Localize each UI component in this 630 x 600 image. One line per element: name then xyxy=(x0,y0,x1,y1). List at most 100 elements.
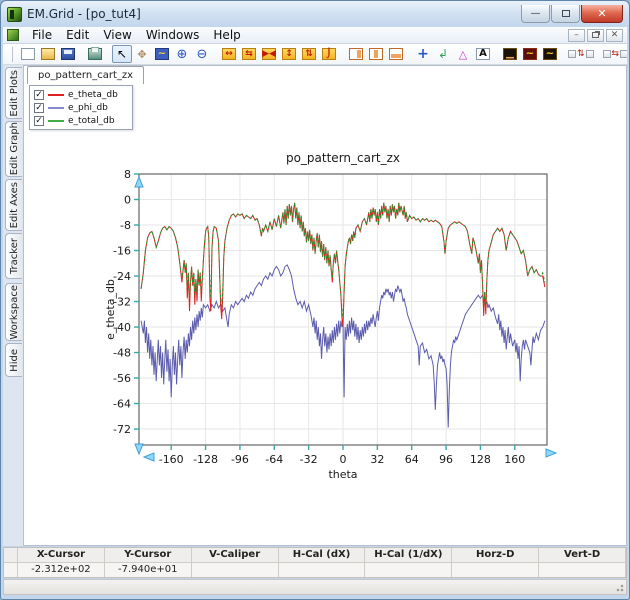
pointer-arrow-icon: ↖ xyxy=(117,48,127,60)
close-button[interactable]: ✕ xyxy=(581,5,623,23)
copy-plot-button[interactable]: ▁ xyxy=(500,45,520,63)
link-y-checkbox-left-icon xyxy=(568,50,576,58)
zoom-in-button[interactable]: ⊕ xyxy=(172,45,192,63)
status-col-horz-d: Horz-D xyxy=(452,548,539,563)
x-tick-label: -64 xyxy=(265,453,283,466)
status-col-y-cursor: Y-Cursor xyxy=(105,548,192,563)
legend-label: e_phi_db xyxy=(68,103,108,113)
status-value-h-cal-1dx xyxy=(365,563,452,578)
x-tick-label: 160 xyxy=(504,453,525,466)
mdi-document-icon[interactable] xyxy=(7,29,19,41)
plot-style-black-button[interactable]: ~ xyxy=(540,45,560,63)
autoscale-button[interactable]: ~ xyxy=(152,45,172,63)
legend-checkbox-e-phi[interactable]: ✓ xyxy=(34,103,44,113)
status-value-v-caliper xyxy=(192,563,279,578)
x-tick-label: -96 xyxy=(231,453,249,466)
status-col-h-cal-1dx: H-Cal (1/dX) xyxy=(365,548,452,563)
split-middle-icon xyxy=(369,48,383,60)
app-window: EM.Grid - [po_tut4] — ✕ File Edit View W… xyxy=(0,0,630,600)
status-stub xyxy=(4,563,18,578)
save-button[interactable] xyxy=(58,45,78,63)
shrink-y-button[interactable]: ⇅ xyxy=(299,45,319,63)
sidebar-tab-hide[interactable]: Hide xyxy=(5,343,22,377)
sidebar-tab-workspace[interactable]: Workspace xyxy=(5,283,22,341)
tracker-axes-icon: ↲ xyxy=(438,48,448,60)
expand-x-icon: ↔ xyxy=(222,48,236,60)
plot-canvas: po_pattern_cart_zx ✓ e_theta_db ✓ e_phi_… xyxy=(23,65,627,546)
pointer-tool-button[interactable]: ↖ xyxy=(112,45,132,63)
restore-button[interactable] xyxy=(551,5,580,23)
legend-swatch-e-theta xyxy=(48,94,64,96)
y-tick-label: -8 xyxy=(120,219,131,232)
toolbar: ↖ ✥ ~ ⊕ ⊖ ↔ ⇆ ▶◀ ↕ ⇅ ⌡ + ↲ △ A ▁ ~ ~ ⇅ ⇆… xyxy=(3,44,627,65)
restore-icon xyxy=(562,10,570,17)
axis-arrow-up-icon[interactable] xyxy=(135,177,143,187)
legend-label: e_total_db xyxy=(68,116,115,126)
minimize-button[interactable]: — xyxy=(521,5,550,23)
menu-help[interactable]: Help xyxy=(206,27,247,43)
print-button[interactable] xyxy=(85,45,105,63)
status-value-horz-d xyxy=(452,563,539,578)
legend: ✓ e_theta_db ✓ e_phi_db ✓ e_total_db xyxy=(29,85,133,130)
axis-arrow-down-icon[interactable] xyxy=(135,444,143,454)
status-col-v-caliper: V-Caliper xyxy=(192,548,279,563)
fit-y-button[interactable]: ⌡ xyxy=(319,45,339,63)
cursor-status-bar: X-Cursor Y-Cursor V-Caliper H-Cal (dX) H… xyxy=(3,547,627,578)
crosshair-button[interactable]: + xyxy=(413,45,433,63)
link-x-axes-button[interactable]: ⇆ xyxy=(602,49,627,59)
mdi-minimize-button[interactable]: – xyxy=(568,29,585,42)
status-col-x-cursor: X-Cursor xyxy=(18,548,105,563)
mdi-restore-icon xyxy=(592,32,599,38)
x-axis-label: theta xyxy=(328,468,357,481)
tracker-button[interactable]: ↲ xyxy=(433,45,453,63)
toolbar-grip[interactable] xyxy=(11,47,13,62)
link-y-checkbox-right-icon xyxy=(586,50,594,58)
link-y-axes-button[interactable]: ⇅ xyxy=(567,49,595,59)
open-file-button[interactable] xyxy=(38,45,58,63)
split-bottom-icon xyxy=(389,48,403,60)
chart[interactable]: 80-8-16-24-32-40-48-56-64-72-160-128-96-… xyxy=(102,146,594,496)
fit-x-button[interactable]: ▶◀ xyxy=(259,45,279,63)
legend-item: ✓ e_theta_db xyxy=(34,88,128,101)
pan-tool-button[interactable]: ✥ xyxy=(132,45,152,63)
fit-x-icon: ▶◀ xyxy=(262,48,276,60)
legend-checkbox-e-total[interactable]: ✓ xyxy=(34,116,44,126)
document-tab[interactable]: po_pattern_cart_zx xyxy=(27,66,144,84)
menu-edit[interactable]: Edit xyxy=(59,27,96,43)
x-tick-label: 128 xyxy=(470,453,491,466)
crosshair-icon: + xyxy=(417,47,429,61)
y-tick-label: 8 xyxy=(124,168,131,181)
menu-view[interactable]: View xyxy=(96,27,138,43)
menu-windows[interactable]: Windows xyxy=(139,27,207,43)
axis-arrow-right-icon[interactable] xyxy=(546,449,556,457)
sidebar-tab-edit-plots[interactable]: Edit Plots xyxy=(5,67,22,119)
text-a-icon: A xyxy=(476,48,490,60)
y-tick-label: -16 xyxy=(113,245,131,258)
mdi-restore-button[interactable] xyxy=(587,29,604,42)
expand-y-button[interactable]: ↕ xyxy=(279,45,299,63)
shrink-x-button[interactable]: ⇆ xyxy=(239,45,259,63)
text-annotation-button[interactable]: A xyxy=(473,45,493,63)
sidebar-tab-edit-graph[interactable]: Edit Graph xyxy=(5,121,22,177)
split-right-icon xyxy=(349,48,363,60)
zoom-out-button[interactable]: ⊖ xyxy=(192,45,212,63)
x-tick-label: -128 xyxy=(193,453,218,466)
pan-hand-icon: ✥ xyxy=(137,49,146,60)
mdi-close-button[interactable]: ✕ xyxy=(606,29,623,42)
new-document-button[interactable] xyxy=(18,45,38,63)
caliper-triangle-icon: △ xyxy=(459,49,467,60)
expand-x-button[interactable]: ↔ xyxy=(219,45,239,63)
chart-title: po_pattern_cart_zx xyxy=(286,151,400,165)
sidebar-tab-tracker[interactable]: Tracker xyxy=(5,233,22,279)
resize-grip[interactable] xyxy=(614,582,624,592)
split-bottom-button[interactable] xyxy=(386,45,406,63)
sidebar-tab-edit-axes[interactable]: Edit Axes xyxy=(5,179,22,231)
caliper-button[interactable]: △ xyxy=(453,45,473,63)
axis-arrow-left-icon[interactable] xyxy=(144,453,154,461)
legend-checkbox-e-theta[interactable]: ✓ xyxy=(34,90,44,100)
split-middle-button[interactable] xyxy=(366,45,386,63)
plot-style-dark-button[interactable]: ~ xyxy=(520,45,540,63)
split-right-button[interactable] xyxy=(346,45,366,63)
y-tick-label: -64 xyxy=(113,398,131,411)
menu-file[interactable]: File xyxy=(25,27,59,43)
